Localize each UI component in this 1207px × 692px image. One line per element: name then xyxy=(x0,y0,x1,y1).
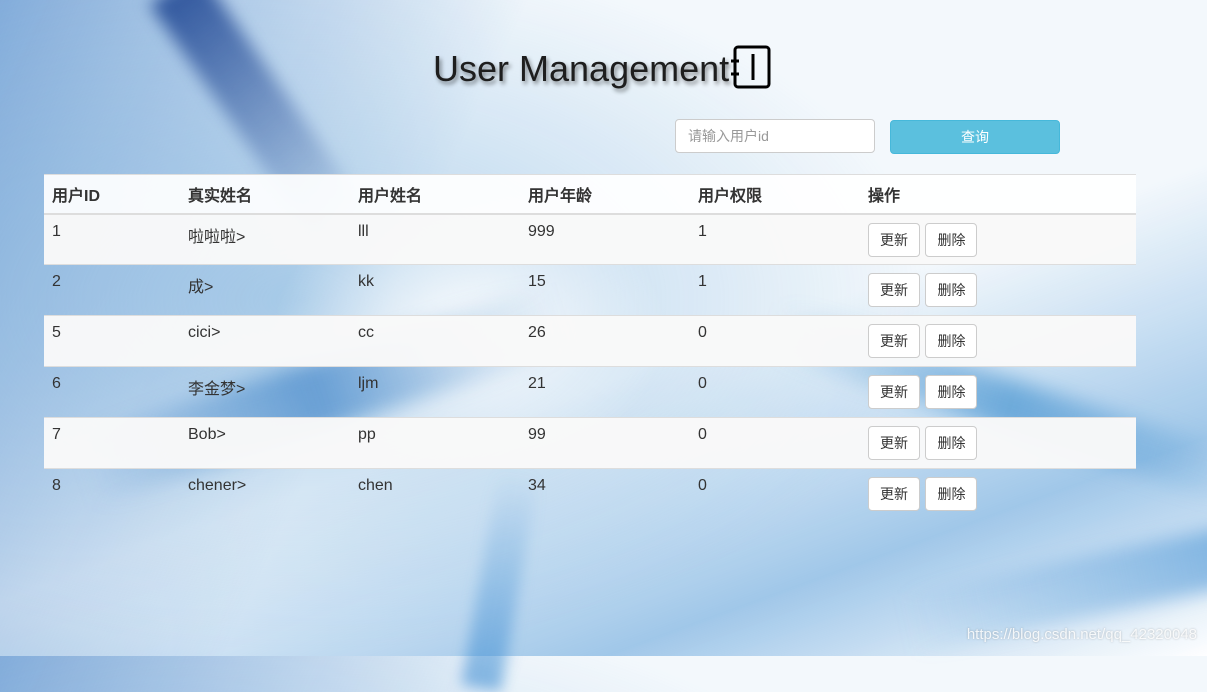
cell-actions: 更新 删除 xyxy=(860,264,1136,316)
table-row: 5 cici> cc 26 0 更新 删除 xyxy=(44,315,1136,367)
cell-username: lll xyxy=(350,213,520,265)
cell-username: chen xyxy=(350,468,520,520)
page-title: User Management xyxy=(433,45,773,94)
cell-real-name: chener> xyxy=(180,468,350,520)
delete-button[interactable]: 删除 xyxy=(925,222,978,257)
cell-age: 26 xyxy=(520,315,690,367)
cell-actions: 更新 删除 xyxy=(860,417,1136,469)
cell-age: 99 xyxy=(520,417,690,469)
table-row: 2 成> kk 15 1 更新 删除 xyxy=(44,264,1136,316)
delete-button[interactable]: 删除 xyxy=(925,426,978,460)
cell-actions: 更新 删除 xyxy=(860,213,1136,265)
cell-real-name: cici> xyxy=(180,315,350,367)
cell-username: pp xyxy=(350,417,520,469)
delete-button[interactable]: 删除 xyxy=(925,324,978,358)
delete-button[interactable]: 删除 xyxy=(925,477,978,511)
cell-real-name: 啦啦啦> xyxy=(180,213,350,265)
update-button[interactable]: 更新 xyxy=(868,426,920,460)
table-row: 8 chener> chen 34 0 更新 删除 xyxy=(44,468,1136,520)
cell-age: 34 xyxy=(520,468,690,520)
cell-permission: 0 xyxy=(690,417,860,469)
delete-button[interactable]: 删除 xyxy=(925,375,978,409)
watermark-text: https://blog.csdn.net/qq_42320048 xyxy=(966,626,1197,643)
update-button[interactable]: 更新 xyxy=(868,324,920,358)
update-button[interactable]: 更新 xyxy=(868,222,920,257)
cell-user-id: 1 xyxy=(44,213,180,265)
delete-button[interactable]: 删除 xyxy=(925,273,978,307)
cell-username: cc xyxy=(350,315,520,367)
column-header-username: 用户姓名 xyxy=(350,174,520,215)
table-header-row: 用户ID 真实姓名 用户姓名 用户年龄 用户权限 操作 xyxy=(44,174,1136,215)
cell-permission: 0 xyxy=(690,315,860,367)
column-header-user-id: 用户ID xyxy=(44,174,180,215)
column-header-real-name: 真实姓名 xyxy=(180,174,350,215)
notebook-icon xyxy=(731,45,773,94)
column-header-age: 用户年龄 xyxy=(520,174,690,215)
table-row: 6 李金梦> ljm 21 0 更新 删除 xyxy=(44,366,1136,418)
cell-permission: 1 xyxy=(690,264,860,316)
cell-user-id: 6 xyxy=(44,366,180,418)
cell-actions: 更新 删除 xyxy=(860,315,1136,367)
page-title-text: User Management xyxy=(433,48,730,89)
column-header-permission: 用户权限 xyxy=(690,174,860,215)
cell-real-name: 李金梦> xyxy=(180,366,350,418)
cell-permission: 0 xyxy=(690,468,860,520)
cell-permission: 0 xyxy=(690,366,860,418)
update-button[interactable]: 更新 xyxy=(868,477,920,511)
cell-user-id: 2 xyxy=(44,264,180,316)
table-row: 1 啦啦啦> lll 999 1 更新 删除 xyxy=(44,213,1136,265)
cell-user-id: 7 xyxy=(44,417,180,469)
cell-username: ljm xyxy=(350,366,520,418)
cell-user-id: 8 xyxy=(44,468,180,520)
table-row: 7 Bob> pp 99 0 更新 删除 xyxy=(44,417,1136,469)
user-id-search-input[interactable] xyxy=(675,119,875,153)
cell-permission: 1 xyxy=(690,213,860,265)
update-button[interactable]: 更新 xyxy=(868,273,920,307)
column-header-actions: 操作 xyxy=(860,174,1136,215)
cell-actions: 更新 删除 xyxy=(860,366,1136,418)
search-button[interactable]: 查询 xyxy=(890,120,1060,154)
user-table: 用户ID 真实姓名 用户姓名 用户年龄 用户权限 操作 1 啦啦啦> lll 9… xyxy=(44,174,1136,520)
update-button[interactable]: 更新 xyxy=(868,375,920,409)
cell-age: 15 xyxy=(520,264,690,316)
cell-real-name: Bob> xyxy=(180,417,350,469)
cell-age: 999 xyxy=(520,213,690,265)
cell-real-name: 成> xyxy=(180,264,350,316)
cell-actions: 更新 删除 xyxy=(860,468,1136,520)
cell-user-id: 5 xyxy=(44,315,180,367)
cell-username: kk xyxy=(350,264,520,316)
cell-age: 21 xyxy=(520,366,690,418)
